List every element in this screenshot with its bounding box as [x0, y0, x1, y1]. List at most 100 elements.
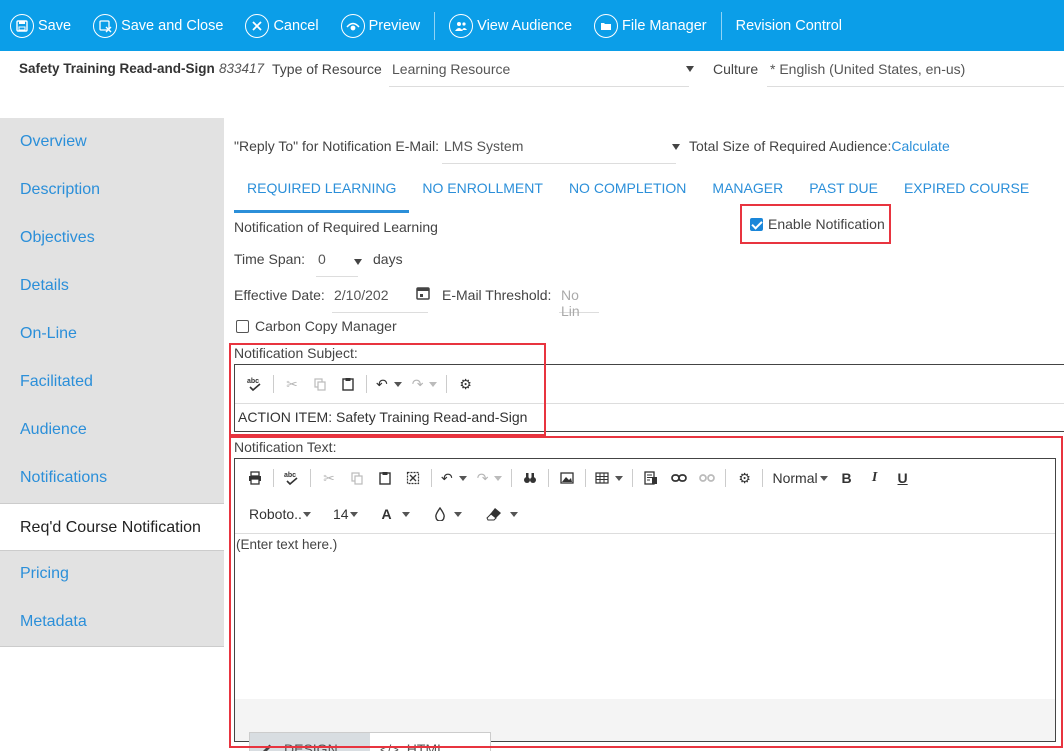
resource-type-select[interactable]: Learning Resource	[389, 53, 694, 87]
sidebar-item-metadata[interactable]: Metadata	[0, 598, 224, 646]
save-button[interactable]: Save	[0, 0, 82, 51]
sidebar-item-description[interactable]: Description	[0, 166, 224, 214]
undo-dropdown[interactable]: ↶	[436, 464, 472, 492]
paste-icon[interactable]	[371, 464, 399, 492]
sidebar-item-reqd-course-notification[interactable]: Req'd Course Notification	[0, 503, 224, 551]
tab-expired-course[interactable]: EXPIRED COURSE	[891, 172, 1042, 213]
tab-required-learning[interactable]: REQUIRED LEARNING	[234, 172, 410, 213]
redo-dropdown[interactable]: ↷	[472, 464, 508, 492]
unlink-icon[interactable]	[693, 464, 721, 492]
sidebar-item-audience[interactable]: Audience	[0, 406, 224, 454]
text-editor-toolbar-row-2: Roboto.. 14 A	[235, 496, 523, 532]
subject-editor-toolbar: abc ✂ ↶ ↷ ⚙	[235, 366, 479, 402]
sidebar-empty-area	[0, 646, 224, 751]
email-threshold-placeholder: No Lin	[561, 287, 580, 319]
save-and-close-button[interactable]: Save and Close	[82, 0, 234, 51]
redo-dropdown[interactable]: ↷	[407, 370, 443, 398]
time-span-unit: days	[373, 251, 403, 267]
paragraph-format-dropdown[interactable]: Normal	[767, 464, 832, 492]
redo-icon: ↷	[476, 469, 489, 486]
underline-button[interactable]: U	[889, 464, 917, 492]
view-audience-button[interactable]: View Audience	[438, 0, 583, 51]
tab-manager[interactable]: MANAGER	[699, 172, 796, 213]
image-icon[interactable]	[553, 464, 581, 492]
sidebar-item-label: Details	[20, 277, 69, 294]
calculate-link[interactable]: Calculate	[891, 138, 949, 154]
font-color-dropdown[interactable]: A	[377, 500, 415, 528]
section-title: Notification of Required Learning	[234, 219, 438, 235]
time-span-value: 0	[318, 251, 326, 267]
notification-text-input[interactable]: (Enter text here.)	[236, 537, 1054, 697]
paste-icon[interactable]	[334, 370, 362, 398]
sidebar-item-overview[interactable]: Overview	[0, 118, 224, 166]
font-size-dropdown[interactable]: 14	[328, 500, 363, 528]
copy-icon[interactable]	[343, 464, 371, 492]
sidebar-item-label: Metadata	[20, 613, 87, 630]
sidebar-item-facilitated[interactable]: Facilitated	[0, 358, 224, 406]
preview-button[interactable]: Preview	[330, 0, 432, 51]
cut-icon[interactable]: ✂	[315, 464, 343, 492]
spellcheck-icon[interactable]: abc	[241, 370, 269, 398]
toolbar-separator	[366, 375, 367, 393]
sidebar-item-on-line[interactable]: On-Line	[0, 310, 224, 358]
design-tab[interactable]: DESIGN	[250, 733, 370, 751]
enable-notification-checkbox[interactable]	[750, 218, 763, 231]
gear-icon[interactable]: ⚙	[451, 370, 479, 398]
template-icon[interactable]	[637, 464, 665, 492]
save-icon	[10, 13, 34, 38]
redo-icon: ↷	[411, 375, 424, 392]
sidebar-item-notifications[interactable]: Notifications	[0, 454, 224, 502]
format-painter-dropdown[interactable]	[481, 500, 523, 528]
sidebar-item-details[interactable]: Details	[0, 262, 224, 310]
email-threshold-input[interactable]: No Lin	[559, 281, 599, 319]
save-and-close-label: Save and Close	[121, 17, 224, 34]
spellcheck-icon[interactable]: abc	[278, 464, 306, 492]
enable-notification-label: Enable Notification	[768, 216, 885, 232]
font-name-dropdown[interactable]: Roboto..	[241, 500, 316, 528]
sidebar-nav: Overview Description Objectives Details …	[0, 118, 224, 751]
sidebar-item-label: Audience	[20, 421, 87, 438]
calendar-icon[interactable]	[416, 286, 430, 300]
culture-field[interactable]: * English (United States, en-us)	[767, 53, 1064, 87]
sidebar-item-pricing[interactable]: Pricing	[0, 550, 224, 598]
file-manager-button[interactable]: File Manager	[583, 0, 718, 51]
svg-text:abc: abc	[247, 378, 259, 385]
tab-no-completion[interactable]: NO COMPLETION	[556, 172, 699, 213]
gear-icon[interactable]: ⚙	[730, 464, 758, 492]
toolbar-separator	[632, 469, 634, 487]
subject-input[interactable]: ACTION ITEM: Safety Training Read-and-Si…	[238, 409, 527, 425]
find-icon[interactable]	[516, 464, 544, 492]
undo-dropdown[interactable]: ↶	[371, 370, 407, 398]
select-all-icon[interactable]	[399, 464, 427, 492]
sidebar-item-label: Objectives	[20, 229, 95, 246]
copy-icon[interactable]	[306, 370, 334, 398]
link-icon[interactable]	[665, 464, 693, 492]
table-dropdown[interactable]	[590, 464, 628, 492]
tab-past-due[interactable]: PAST DUE	[796, 172, 891, 213]
divider	[235, 533, 1055, 534]
reply-to-value: LMS System	[444, 138, 524, 154]
reply-to-select[interactable]: LMS System	[442, 132, 676, 164]
background-color-dropdown[interactable]	[429, 500, 467, 528]
cut-icon[interactable]: ✂	[278, 370, 306, 398]
subject-label: Notification Subject:	[234, 345, 358, 361]
sidebar-item-label: Notifications	[20, 469, 108, 486]
italic-button[interactable]: I	[861, 464, 889, 492]
toolbar-separator	[273, 469, 274, 487]
cancel-button[interactable]: Cancel	[234, 0, 329, 51]
print-icon[interactable]	[241, 464, 269, 492]
html-tab[interactable]: </> HTML	[370, 733, 490, 751]
toolbar-separator	[511, 469, 513, 487]
time-span-select[interactable]: 0	[316, 245, 358, 277]
bold-button[interactable]: B	[833, 464, 861, 492]
eye-icon	[340, 13, 365, 38]
effective-date-input[interactable]: 2/10/202	[332, 281, 428, 313]
preview-label: Preview	[368, 17, 421, 34]
effective-date-label: Effective Date:	[234, 287, 325, 303]
main-content: "Reply To" for Notification E-Mail: LMS …	[224, 118, 1064, 751]
paragraph-format-value: Normal	[772, 470, 818, 486]
carbon-copy-checkbox[interactable]	[236, 320, 249, 333]
sidebar-item-objectives[interactable]: Objectives	[0, 214, 224, 262]
revision-control-button[interactable]: Revision Control	[725, 0, 853, 51]
tab-no-enrollment[interactable]: NO ENROLLMENT	[409, 172, 556, 213]
